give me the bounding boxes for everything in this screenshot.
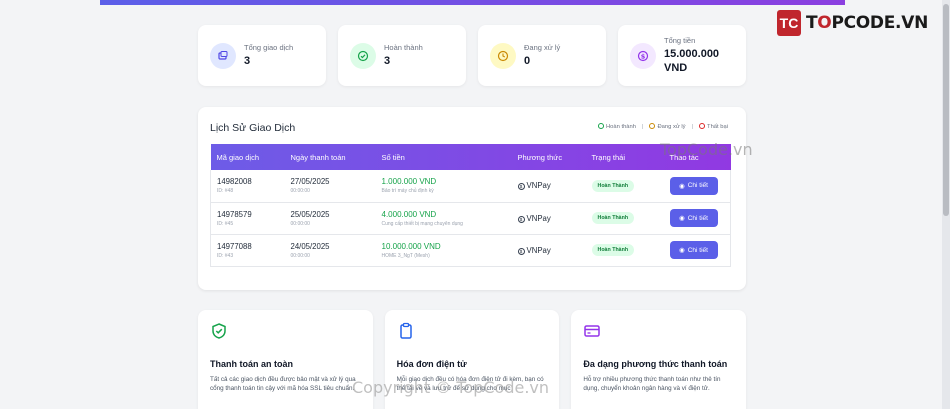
payment-icon: $ — [517, 183, 525, 191]
legend-completed: Hoàn thành — [597, 123, 636, 130]
col-header-method: Phương thức — [517, 152, 563, 162]
transactions-table: Mã giao dịch Ngày thanh toán Số tiền Phư… — [210, 144, 731, 267]
status-legend: Hoàn thành | Đang xử lý | Thất bại — [597, 123, 728, 130]
eye-icon: ◉ — [679, 215, 685, 222]
col-header-code: Mã giao dịch — [216, 152, 260, 162]
detail-button[interactable]: ◉ Chi tiết — [669, 209, 718, 227]
legend-processing: Đang xử lý — [649, 123, 686, 130]
col-header-amount: Số tiền — [381, 152, 405, 162]
scrollbar-thumb[interactable] — [943, 4, 949, 216]
status-badge: Hoàn Thành — [591, 244, 635, 256]
shield-check-icon — [212, 323, 226, 339]
col-header-date: Ngày thanh toán — [290, 152, 346, 162]
eye-icon: ◉ — [679, 247, 685, 254]
col-header-status: Trạng thái — [591, 152, 626, 162]
watermark-center: TopCode.vn — [660, 140, 753, 159]
table-header-row: Mã giao dịch Ngày thanh toán Số tiền Phư… — [210, 144, 731, 170]
svg-text:$: $ — [641, 52, 646, 60]
stat-card-total-transactions: Tổng giao dịch 3 — [198, 25, 326, 86]
detail-button[interactable]: ◉ Chi tiết — [669, 176, 718, 195]
feature-card-secure: Thanh toán an toàn Tất cả các giao dịch … — [198, 310, 373, 409]
check-circle-icon — [350, 42, 376, 69]
logo-mark-icon: TC — [776, 10, 801, 36]
dollar-icon: $ — [630, 42, 656, 69]
status-badge: Hoàn Thành — [591, 179, 635, 192]
table-row: 14978579 ID: #45 25/05/2025 00:00:00 4.000… — [210, 202, 731, 235]
receipt-icon — [210, 42, 236, 69]
table-row: 14982008 ID: #48 27/05/2025 00:00:00 1.000… — [210, 170, 731, 203]
feature-card-payment-methods: Đa dạng phương thức thanh toán Hỗ trợ nh… — [571, 310, 747, 409]
stat-card-processing: Đang xử lý 0 — [478, 25, 606, 86]
topcode-logo: TC TOPCODE.VN — [776, 10, 928, 36]
stats-row: Tổng giao dịch 3 Hoàn thành 3 Đang xử lý 0 … — [198, 25, 746, 86]
history-title: Lịch Sử Giao Dịch — [210, 122, 296, 134]
payment-icon: $ — [517, 247, 525, 255]
top-gradient-bar — [100, 0, 845, 5]
page-scrollbar[interactable] — [942, 0, 950, 409]
clipboard-icon — [399, 322, 412, 339]
detail-button[interactable]: ◉ Chi tiết — [669, 241, 718, 259]
stat-card-completed: Hoàn thành 3 — [338, 25, 466, 86]
status-badge: Hoàn Thành — [591, 212, 635, 224]
legend-failed: Thất bại — [699, 123, 728, 130]
watermark-copyright: Copyright © TopCode.vn — [352, 378, 550, 397]
table-row: 14977088 ID: #43 24/05/2025 00:00:00 10.00… — [210, 234, 731, 267]
transaction-history-card: Lịch Sử Giao Dịch Hoàn thành | Đang xử l… — [198, 107, 746, 290]
stat-card-total-amount: $ Tổng tiền 15.000.000 VND — [618, 25, 746, 86]
clock-icon — [490, 42, 516, 69]
payment-icon: $ — [517, 215, 525, 223]
eye-icon: ◉ — [679, 182, 685, 190]
credit-card-icon — [584, 325, 601, 337]
